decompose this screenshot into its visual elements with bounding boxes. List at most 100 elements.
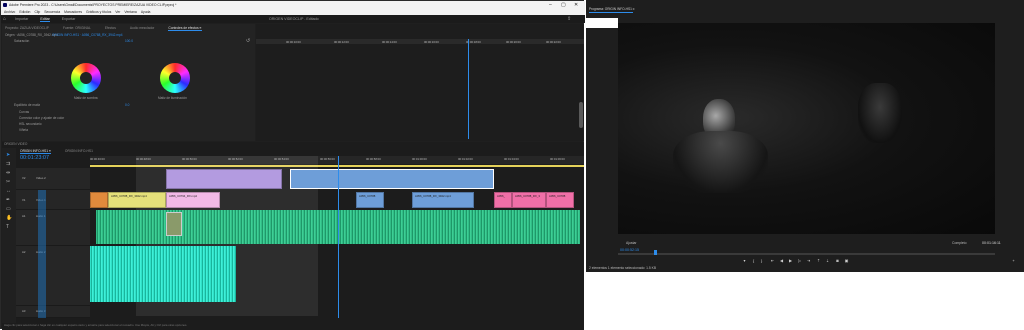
selection-tool-icon[interactable]: ➤ (6, 152, 10, 158)
track-target-bar[interactable] (38, 190, 46, 318)
menu-ayuda[interactable]: Ayuda (141, 10, 151, 14)
ruler-tick: 00:01:02:00 (458, 157, 473, 161)
ruler-tick: 00:00:20:00 (506, 40, 521, 44)
menu-graficos[interactable]: Gráficos y títulos (86, 10, 111, 14)
ruler-tick: 00:00:56:00 (320, 157, 335, 161)
pen-icon[interactable]: ✒ (6, 197, 10, 203)
lift-icon[interactable]: ⇡ (816, 258, 821, 263)
marker-icon[interactable]: ▾ (742, 258, 747, 263)
track-header-v2: Vídeo 2 V2 (16, 168, 90, 190)
step-back-icon[interactable]: ◀ (779, 258, 784, 263)
video-subject-right (858, 83, 902, 143)
tab-importar[interactable]: Importar (15, 17, 28, 21)
shadow-label: Matiz de sombra (74, 96, 98, 100)
ruler-tick: 00:01:04:00 (504, 157, 519, 161)
program-lower-area (586, 272, 1024, 329)
clip-v1-pink-2[interactable]: A056_C0788_RX_3 (512, 192, 546, 208)
highlight-label: Matiz de iluminación (158, 96, 187, 100)
clip-v1-blue-2[interactable]: A056_C0788_RX_3942.mp4 (412, 192, 474, 208)
audio-clip-a2[interactable] (90, 246, 236, 302)
maximize-button[interactable]: ▢ (561, 2, 566, 8)
add-button-icon[interactable]: + (1011, 258, 1016, 263)
tab-efectos[interactable]: Efectos (105, 26, 116, 30)
program-title[interactable]: Programa: ORIGIN INFO-HS1 ≡ (589, 7, 635, 11)
menu-ver[interactable]: Ver (115, 10, 120, 14)
tab-fuente[interactable]: Fuente: ORIGINAL (63, 26, 91, 30)
ruler-tick: 00:00:22:00 (546, 40, 561, 44)
balance-label: Equilibrio de matiz (14, 103, 41, 107)
menu-edicion[interactable]: Edición (19, 10, 30, 14)
reset-icon[interactable]: ↺ (246, 38, 250, 44)
menu-secuencia[interactable]: Secuencia (44, 10, 60, 14)
clip-v1-yellow[interactable]: A056_C0788_RX_3942.mp4 (108, 192, 166, 208)
menu-archivo[interactable]: Archivo (4, 10, 15, 14)
program-left-strip (586, 18, 618, 28)
tab-exportar[interactable]: Exportar (62, 17, 76, 21)
scrollbar[interactable] (579, 102, 583, 128)
mark-out-icon[interactable]: } (759, 258, 764, 263)
effect-row-vineta[interactable]: Viñeta (19, 128, 28, 132)
effect-playhead[interactable] (468, 39, 469, 139)
razor-icon[interactable]: ✂ (6, 179, 10, 185)
tab-sequence-2[interactable]: ORIGIN INFO-HS1 (65, 149, 93, 153)
mark-in-icon[interactable]: { (751, 258, 756, 263)
program-fit-select[interactable]: Ajustar (626, 241, 637, 245)
clip-v1-orange[interactable] (90, 192, 108, 208)
type-icon[interactable]: T (6, 224, 9, 230)
program-scrub-bar[interactable] (618, 253, 995, 255)
tab-proyecto[interactable]: Proyecto: ZAZUA VIDEOCLIP (5, 26, 49, 30)
clip-v2-purple[interactable] (166, 169, 282, 189)
highlight-color-wheel[interactable] (160, 63, 190, 93)
clip-v1-blue-1[interactable]: A056_C0788 (356, 192, 384, 208)
tab-audio-mezclador[interactable]: Audio mezclador (130, 26, 155, 30)
hand-icon[interactable]: ✋ (6, 215, 12, 221)
menu-marcadores[interactable]: Marcadores (64, 10, 82, 14)
program-scrub-head[interactable] (654, 250, 657, 255)
sequence-clip-label[interactable]: ORIGIN INFO-HS1 · A056_C0788_RX_3942.mp4 (52, 33, 123, 37)
home-icon[interactable]: ⌂ (3, 16, 6, 22)
program-quality-select[interactable]: Completo (952, 241, 967, 245)
tab-sequence[interactable]: ORIGIN INFO-HS1 ≡ (20, 149, 51, 154)
tab-controles-efectos[interactable]: Controles de efectos ≡ (168, 26, 202, 31)
track-select-icon[interactable]: ⇉ (6, 161, 10, 167)
video-subject-body (673, 131, 768, 193)
menu-clip[interactable]: Clip (34, 10, 40, 14)
effect-row-corrector[interactable]: Corrector color y ajuste de color (19, 116, 64, 120)
clip-v1-pink-1[interactable]: A056_ (494, 192, 512, 208)
source-clip-label[interactable]: Origen · A056_C0788_RX_3942.mp4 (5, 33, 58, 37)
effect-row-curvas[interactable]: Curvas (19, 110, 29, 114)
go-to-in-icon[interactable]: ⇤ (770, 258, 775, 263)
step-forward-icon[interactable]: ▷ (797, 258, 802, 263)
close-button[interactable]: ✕ (574, 2, 578, 8)
effect-row-hsl[interactable]: HSL secundario (19, 122, 42, 126)
export-frame-icon[interactable]: ◙ (835, 258, 840, 263)
timeline-playhead[interactable] (338, 156, 339, 318)
balance-value[interactable]: 0.0 (125, 103, 129, 107)
source-tabs: Proyecto: ZAZUA VIDEOCLIP Fuente: ORIGIN… (5, 25, 202, 31)
program-monitor: Programa: ORIGIN INFO-HS1 ≡ 00:00:52:15 … (586, 0, 1024, 329)
audio-clip-a1-highlight[interactable] (166, 212, 182, 236)
tab-editar[interactable]: Editar (40, 17, 50, 22)
clip-v1-pink-3[interactable]: A056_C0788 (546, 192, 574, 208)
extract-icon[interactable]: ⇣ (825, 258, 830, 263)
menu-ventana[interactable]: Ventana (124, 10, 136, 14)
clip-v1-pink-light[interactable]: A056_C0794_RX.mp4 (166, 192, 220, 208)
ripple-edit-icon[interactable]: ⇹ (6, 170, 10, 176)
program-timecode-left[interactable]: 00:00:52:15 (620, 248, 639, 252)
ruler-tick: 00:00:16:00 (424, 40, 439, 44)
program-video-frame[interactable] (618, 23, 995, 234)
ruler-tick: 00:00:10:00 (286, 40, 301, 44)
timeline-timecode[interactable]: 00:01:23:07 (20, 155, 49, 161)
share-icon[interactable]: ⇪ (567, 16, 571, 22)
premiere-window: Adobe Premiere Pro 2023 - C:\Users\Gmail… (0, 0, 585, 330)
rectangle-icon[interactable]: ▭ (6, 206, 11, 212)
minimize-button[interactable]: – (549, 2, 552, 8)
go-to-out-icon[interactable]: ⇥ (806, 258, 811, 263)
compare-icon[interactable]: ▣ (844, 258, 849, 263)
slip-icon[interactable]: ↔ (6, 188, 11, 194)
shadow-color-wheel[interactable] (71, 63, 101, 93)
saturation-value[interactable]: 100.0 (125, 39, 133, 43)
ruler-tick: 00:01:00:00 (412, 157, 427, 161)
clip-v2-blue[interactable] (290, 169, 494, 189)
play-icon[interactable]: ▶ (788, 258, 793, 263)
